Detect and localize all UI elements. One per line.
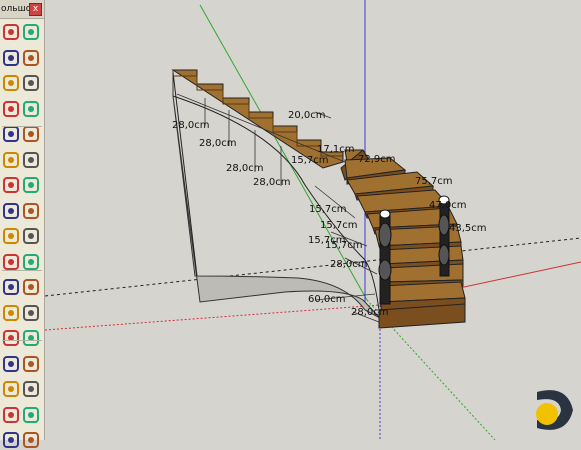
dimension-label: 28,0cm <box>199 138 237 149</box>
paint-bucket-icon[interactable] <box>1 48 21 68</box>
toolbar-separator <box>2 270 42 271</box>
freehand-tool-icon[interactable] <box>21 73 41 93</box>
push-pull-icon[interactable] <box>21 201 41 221</box>
baluster-left <box>378 209 392 305</box>
dimension-label: 28,0cm <box>351 307 389 318</box>
orbit-tool-icon[interactable] <box>1 354 21 374</box>
text-tool-icon[interactable] <box>21 303 41 323</box>
follow-me-icon[interactable] <box>21 226 41 246</box>
pie-tool-icon[interactable] <box>21 150 41 170</box>
walk-tool-icon[interactable] <box>1 430 21 450</box>
dimension-label: 28,0cm <box>253 177 291 188</box>
zoom-tool-icon[interactable] <box>1 379 21 399</box>
dimension-label: 28,0cm <box>226 163 264 174</box>
offset-tool-icon[interactable] <box>21 252 41 272</box>
scale-tool-icon[interactable] <box>1 252 21 272</box>
red-axis-dotted <box>45 304 381 331</box>
circle-tool-icon[interactable] <box>1 124 21 144</box>
dimension-label: 17,1cm <box>317 144 355 155</box>
dimension-label: 72,9cm <box>358 154 396 165</box>
dimension-tool-icon[interactable] <box>21 277 41 297</box>
move-tool-icon[interactable] <box>1 201 21 221</box>
dimension-label: 15,7cm <box>309 204 347 215</box>
look-around-icon[interactable] <box>21 430 41 450</box>
dimension-label: 60,0cm <box>308 294 346 305</box>
make-component-icon[interactable] <box>21 22 41 42</box>
stair-stringer-wall <box>172 72 381 319</box>
model-viewport[interactable]: 20,0cm 28,0cm 28,0cm 28,0cm 28,0cm 17,1cm 15,7… <box>45 0 581 440</box>
tape-measure-icon[interactable] <box>1 277 21 297</box>
dimension-label: 15,7cm <box>325 240 363 251</box>
previous-view-icon[interactable] <box>21 405 41 425</box>
scene-canvas[interactable]: 20,0cm28,0cm28,0cm28,0cm28,0cm17,1cm15,7… <box>45 0 581 440</box>
brand-logo-icon <box>536 390 573 430</box>
3d-text-icon[interactable] <box>21 328 41 348</box>
pan-tool-icon[interactable] <box>21 354 41 374</box>
close-icon[interactable]: x <box>29 3 42 16</box>
tools-panel-titlebar: ольшо... x <box>0 0 44 19</box>
dimension-label: 43,5cm <box>449 223 487 234</box>
dimension-label: 15,7cm <box>291 155 329 166</box>
dimension-label: 15,7cm <box>320 220 358 231</box>
protractor-icon[interactable] <box>1 303 21 323</box>
dimension-label: 28,0cm <box>172 120 210 131</box>
select-tool-icon[interactable] <box>1 22 21 42</box>
rotate-tool-icon[interactable] <box>1 226 21 246</box>
rectangle-tool-icon[interactable] <box>1 99 21 119</box>
dimension-label: 28,0cm <box>330 259 368 270</box>
toolbar-separator <box>2 126 42 127</box>
zoom-extents-icon[interactable] <box>1 405 21 425</box>
toolbar-separator <box>2 340 42 341</box>
eraser-icon[interactable] <box>21 48 41 68</box>
axes-tool-icon[interactable] <box>1 328 21 348</box>
rotated-rectangle-icon[interactable] <box>21 99 41 119</box>
two-point-arc-icon[interactable] <box>1 175 21 195</box>
stringer-edge <box>172 71 198 277</box>
line-tool-icon[interactable] <box>1 73 21 93</box>
arc-tool-icon[interactable] <box>1 150 21 170</box>
polygon-tool-icon[interactable] <box>21 124 41 144</box>
three-point-arc-icon[interactable] <box>21 175 41 195</box>
dimension-label: 47,0cm <box>429 200 467 211</box>
zoom-window-icon[interactable] <box>21 379 41 399</box>
dimension-label: 20,0cm <box>288 110 326 121</box>
tools-panel: ольшо... x <box>0 0 45 448</box>
dimension-label: 75,7cm <box>415 176 453 187</box>
